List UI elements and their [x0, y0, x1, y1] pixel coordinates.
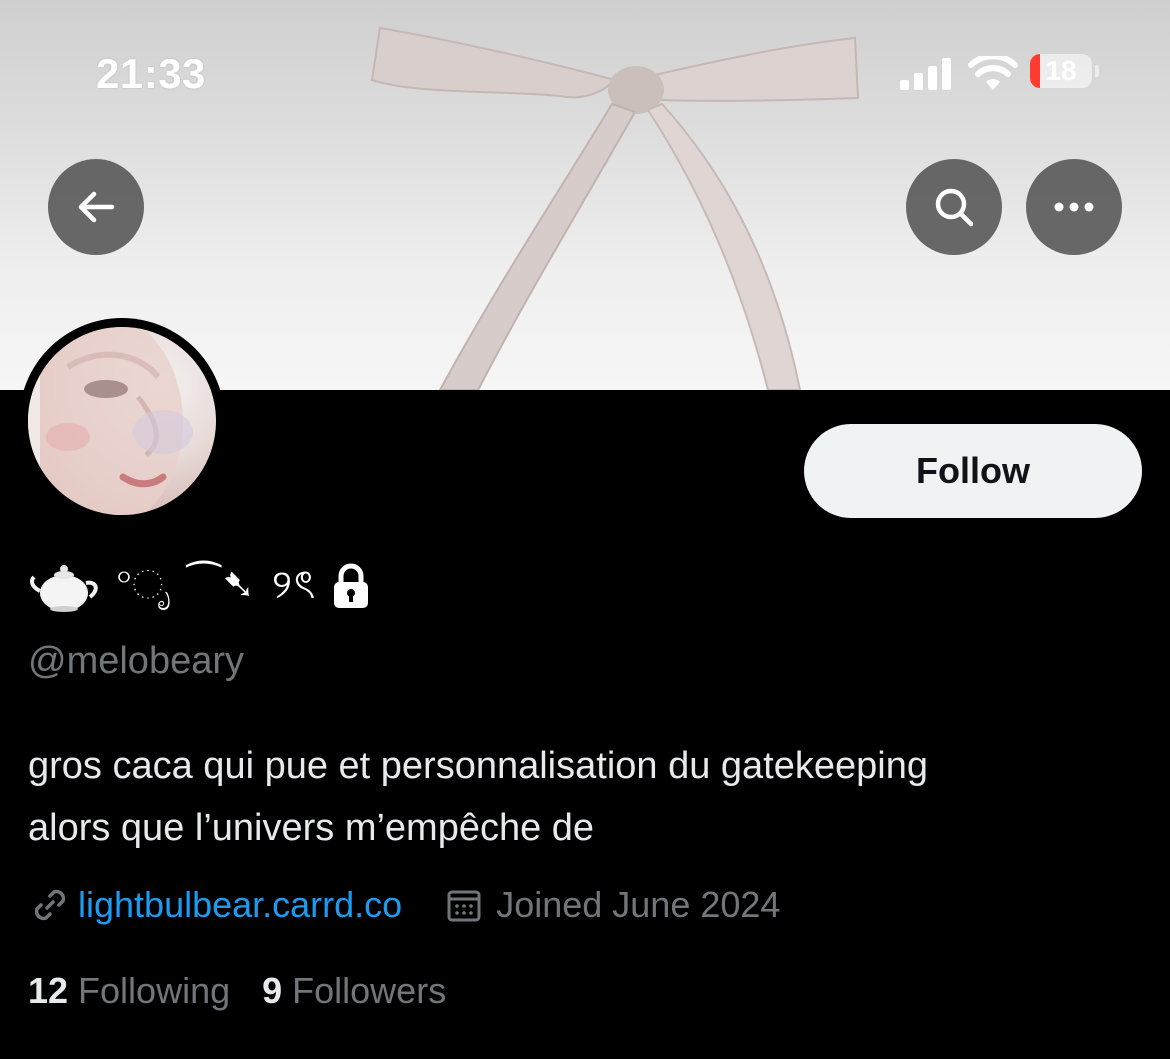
back-button[interactable] — [48, 159, 144, 255]
status-time: 21:33 — [96, 50, 206, 97]
avatar-photo — [28, 327, 216, 515]
calendar-icon — [447, 890, 481, 922]
profile-bio: gros caca qui pue et personnalisation du… — [28, 735, 1138, 859]
link-icon — [34, 889, 66, 921]
followers-stat[interactable]: 9 Followers — [262, 970, 446, 1012]
cellular-signal-icon — [900, 58, 951, 90]
follow-stats: 12 Following 9 Followers — [28, 966, 446, 1016]
display-name-decoration: °ೃ ⁀➷ ୨ৎ — [116, 561, 318, 608]
arrow-left-icon — [78, 191, 115, 223]
bio-line: alors que l’univers m’empêche de — [28, 807, 595, 849]
profile-handle: @melobeary — [28, 640, 244, 682]
profile-meta: lightbulbear.carrd.co Joined June 2024 — [30, 880, 780, 930]
search-icon — [935, 188, 974, 227]
display-name: °ೃ ⁀➷ ୨ৎ — [30, 556, 371, 616]
battery-cap — [1095, 65, 1099, 77]
battery-indicator: 18 — [1030, 54, 1092, 88]
avatar[interactable] — [19, 318, 225, 524]
follow-button[interactable]: Follow — [804, 424, 1142, 518]
lock-icon — [334, 563, 369, 608]
followers-count: 9 — [262, 970, 283, 1011]
more-options-button[interactable] — [1026, 159, 1122, 255]
wifi-icon — [968, 56, 1018, 90]
following-count: 12 — [28, 970, 69, 1011]
bio-line: gros caca qui pue et personnalisation du… — [28, 745, 928, 787]
followers-label: Followers — [292, 970, 447, 1011]
status-icons: 18 — [900, 52, 1110, 98]
teapot-icon — [30, 565, 98, 612]
avatar-face-image — [28, 327, 193, 515]
battery-percent: 18 — [1045, 55, 1077, 86]
following-label: Following — [78, 970, 231, 1011]
search-button[interactable] — [906, 159, 1002, 255]
ellipsis-icon — [1054, 202, 1094, 212]
following-stat[interactable]: 12 Following — [28, 970, 230, 1012]
website-link[interactable]: lightbulbear.carrd.co — [78, 884, 402, 926]
joined-date: Joined June 2024 — [496, 884, 781, 925]
